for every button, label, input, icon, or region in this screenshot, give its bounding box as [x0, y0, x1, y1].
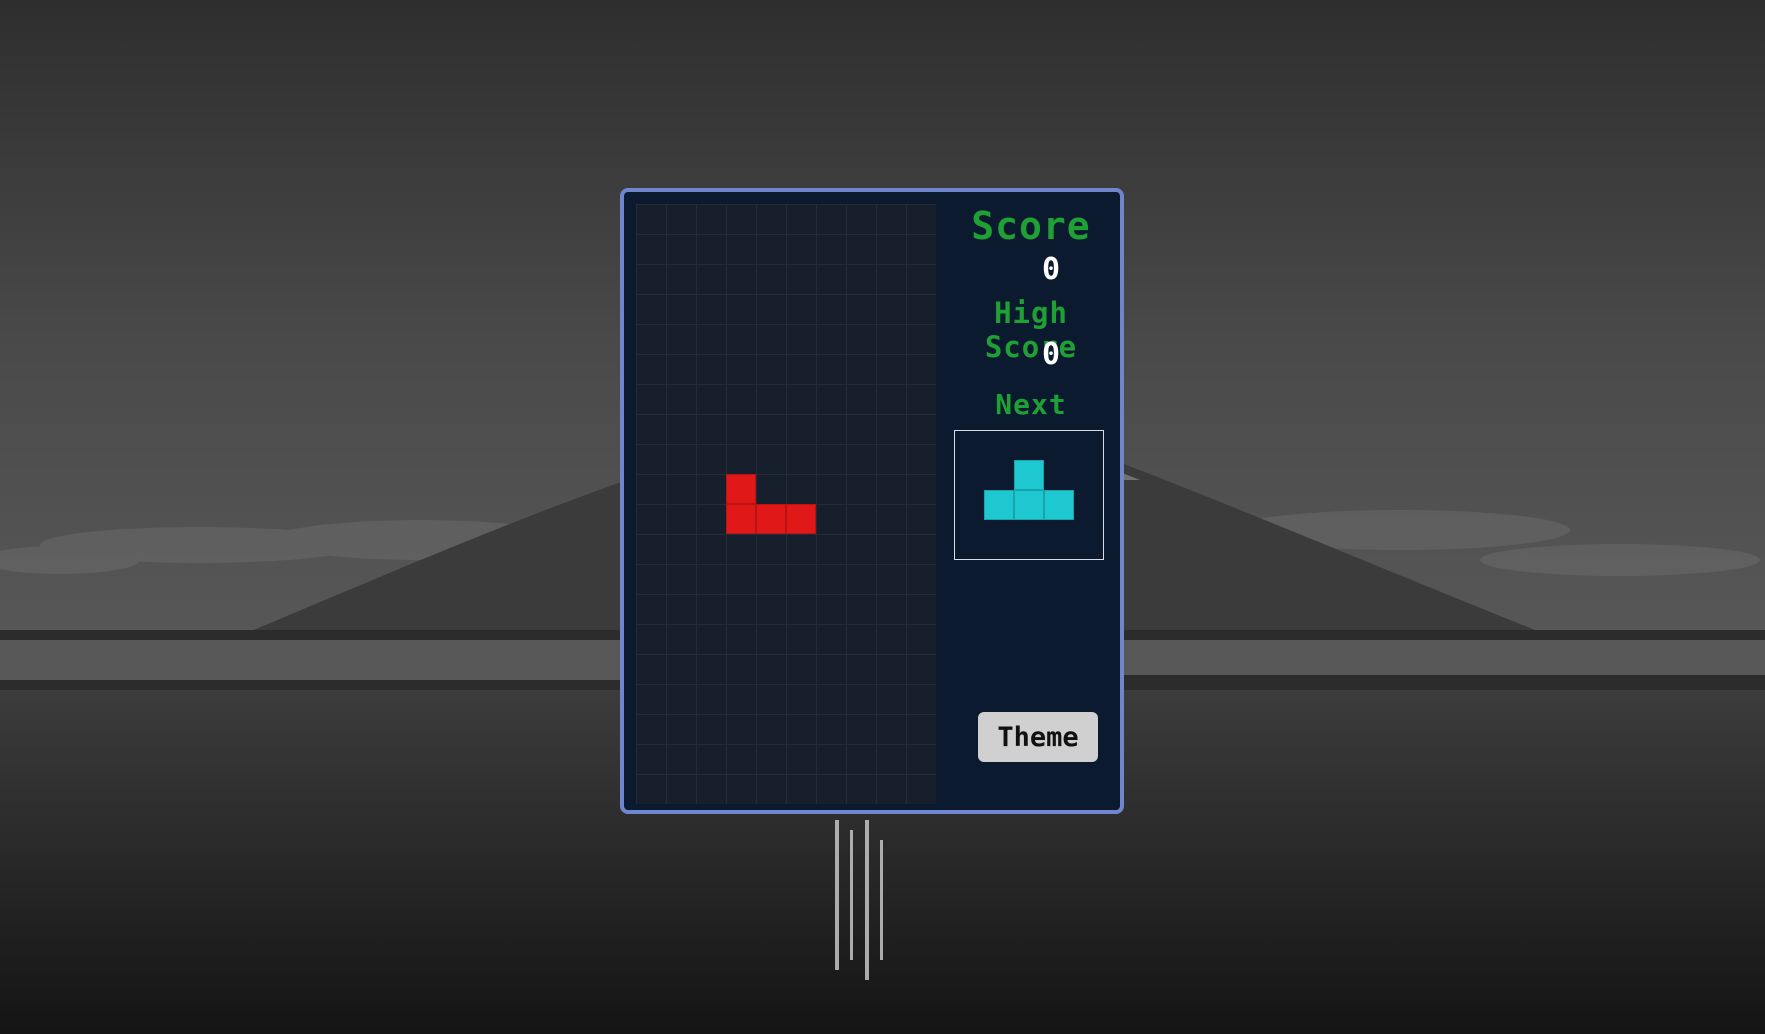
high-score-value: 0	[1041, 337, 1061, 372]
game-board[interactable]	[636, 204, 936, 804]
sidebar: Score 0 High Score 0 Next Theme	[942, 192, 1120, 810]
active-piece-block	[726, 504, 756, 534]
next-piece-block	[984, 490, 1014, 520]
active-piece-block	[726, 474, 756, 504]
next-piece-block	[1014, 460, 1044, 490]
active-piece-block	[786, 504, 816, 534]
score-label: Score	[971, 204, 1091, 248]
next-piece-preview	[954, 430, 1104, 560]
next-piece-block	[1014, 490, 1044, 520]
score-value: 0	[1041, 252, 1061, 287]
theme-button[interactable]: Theme	[978, 712, 1098, 762]
game-window: Score 0 High Score 0 Next Theme	[620, 188, 1124, 814]
active-piece-block	[756, 504, 786, 534]
next-label: Next	[995, 388, 1067, 421]
next-piece-block	[1044, 490, 1074, 520]
